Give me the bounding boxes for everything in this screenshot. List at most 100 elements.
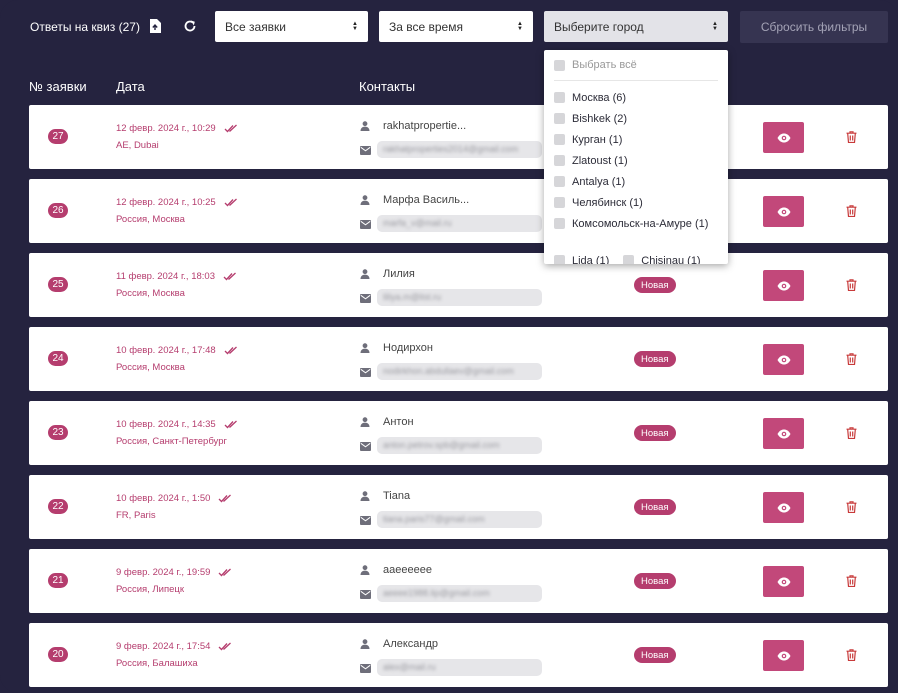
submission-date: 12 февр. 2024 г., 10:29: [116, 123, 238, 134]
column-header-number[interactable]: № заявки: [29, 79, 87, 94]
table-row[interactable]: 24 10 февр. 2024 г., 17:48 Россия, Москв…: [29, 327, 888, 391]
double-check-icon: [218, 494, 232, 503]
trash-icon[interactable]: [846, 205, 857, 217]
double-check-icon: [224, 124, 237, 133]
reset-filters-button[interactable]: Сбросить фильтры: [740, 11, 888, 43]
person-icon: [360, 639, 370, 649]
period-filter-select[interactable]: За все время ▲ ▼: [379, 11, 533, 42]
city-option[interactable]: Bishkek (2): [554, 111, 722, 127]
submission-location: Россия, Санкт-Петербург: [116, 436, 227, 447]
contact-email: nodirkhon.abdullaev@gmail.com: [383, 366, 514, 376]
column-header-date[interactable]: Дата: [116, 79, 145, 94]
checkbox[interactable]: [554, 134, 565, 145]
checkbox[interactable]: [554, 113, 565, 124]
city-option[interactable]: Zlatoust (1): [554, 153, 722, 169]
eye-icon: [777, 281, 790, 290]
contact-name: Марфа Василь...: [383, 194, 470, 206]
table-row[interactable]: 22 10 февр. 2024 г., 1:50 FR, Paris Tian…: [29, 475, 888, 539]
city-option[interactable]: Комсомольск-на-Амуре (1): [554, 216, 722, 232]
view-button[interactable]: [763, 640, 804, 671]
divider: [554, 80, 718, 81]
contact-email-blurred: anton.petrov.spb@gmail.com: [377, 437, 542, 454]
status-filter-select[interactable]: Все заявки ▲ ▼: [215, 11, 368, 42]
trash-icon[interactable]: [846, 279, 857, 291]
refresh-icon[interactable]: [182, 17, 198, 35]
table-row[interactable]: 21 9 февр. 2024 г., 19:59 Россия, Липецк…: [29, 549, 888, 613]
checkbox[interactable]: [554, 255, 565, 264]
submission-date: 11 февр. 2024 г., 18:03: [116, 271, 237, 282]
date-text: 9 февр. 2024 г., 17:54: [116, 641, 211, 652]
city-option-label: Antalya (1): [572, 176, 626, 188]
city-option[interactable]: Курган (1): [554, 132, 722, 148]
city-option[interactable]: Москва (6): [554, 90, 722, 106]
contact-name: Антон: [383, 416, 414, 428]
view-button[interactable]: [763, 418, 804, 449]
checkbox[interactable]: [554, 176, 565, 187]
mail-icon: [360, 368, 371, 377]
submission-date: 9 февр. 2024 г., 17:54: [116, 641, 232, 652]
trash-icon[interactable]: [846, 649, 857, 661]
table-row[interactable]: 23 10 февр. 2024 г., 14:35 Россия, Санкт…: [29, 401, 888, 465]
table-row[interactable]: 25 11 февр. 2024 г., 18:03 Россия, Москв…: [29, 253, 888, 317]
submission-location: Россия, Балашиха: [116, 658, 198, 669]
contact-name: Лилия: [383, 268, 415, 280]
contact-name: rakhatpropertie...: [383, 120, 467, 132]
submission-number-badge: 26: [48, 203, 68, 218]
city-option-label: Bishkek (2): [572, 113, 628, 125]
table-row[interactable]: 27 12 февр. 2024 г., 10:29 AE, Dubai rak…: [29, 105, 888, 169]
status-badge: Новая: [634, 499, 676, 515]
app-window: Ответы на квиз (27) Все заявки ▲ ▼ За все…: [0, 0, 898, 693]
eye-icon: [777, 207, 790, 216]
checkbox[interactable]: [623, 255, 635, 264]
view-button[interactable]: [763, 566, 804, 597]
eye-icon: [777, 429, 790, 438]
contact-email: aeeee1988.lip@gmail.com: [383, 588, 490, 598]
checkbox[interactable]: [554, 155, 565, 166]
file-export-icon[interactable]: [147, 17, 163, 35]
date-text: 10 февр. 2024 г., 17:48: [116, 345, 216, 356]
mail-icon: [360, 294, 371, 303]
status-badge: Новая: [634, 647, 676, 663]
trash-icon[interactable]: [846, 501, 857, 513]
checkbox[interactable]: [554, 218, 565, 229]
submission-number-badge: 20: [48, 647, 68, 662]
table-row[interactable]: 20 9 февр. 2024 г., 17:54 Россия, Балаши…: [29, 623, 888, 687]
column-header-contacts: Контакты: [359, 79, 416, 94]
double-check-icon: [224, 198, 237, 207]
city-option[interactable]: Челябинск (1): [554, 195, 722, 211]
eye-icon: [777, 503, 790, 512]
view-button[interactable]: [763, 122, 804, 153]
view-button[interactable]: [763, 270, 804, 301]
select-all-option[interactable]: Выбрать всё: [554, 59, 637, 71]
trash-icon[interactable]: [846, 131, 857, 143]
trash-icon[interactable]: [846, 353, 857, 365]
view-button[interactable]: [763, 196, 804, 227]
status-badge: Новая: [634, 573, 676, 589]
mail-icon: [360, 146, 371, 155]
eye-icon: [777, 355, 790, 364]
checkbox[interactable]: [554, 92, 565, 103]
table-row[interactable]: 26 12 февр. 2024 г., 10:25 Россия, Москв…: [29, 179, 888, 243]
contact-email: rakhatproperties2014@gmail.com: [383, 144, 519, 154]
city-option[interactable]: Antalya (1): [554, 174, 722, 190]
checkbox[interactable]: [554, 59, 565, 71]
status-filter-value: Все заявки: [225, 19, 287, 34]
status-badge: Новая: [634, 425, 676, 441]
mail-icon: [360, 220, 371, 229]
mail-icon: [360, 516, 371, 525]
date-text: 9 февр. 2024 г., 19:59: [116, 567, 211, 578]
eye-icon: [777, 577, 790, 586]
view-button[interactable]: [763, 492, 804, 523]
submission-date: 10 февр. 2024 г., 14:35: [116, 419, 238, 430]
submission-location: Россия, Москва: [116, 362, 185, 373]
view-button[interactable]: [763, 344, 804, 375]
contact-email-blurred: alex@mail.ru: [377, 659, 542, 676]
chevron-updown-icon: ▲ ▼: [712, 20, 718, 32]
trash-icon[interactable]: [846, 575, 857, 587]
city-option-label[interactable]: Lida (1): [572, 253, 609, 264]
checkbox[interactable]: [554, 197, 565, 208]
person-icon: [360, 565, 370, 575]
city-option-label[interactable]: Chisinau (1): [641, 253, 700, 264]
trash-icon[interactable]: [846, 427, 857, 439]
city-filter-select[interactable]: Выберите город ▲ ▼: [544, 11, 728, 42]
